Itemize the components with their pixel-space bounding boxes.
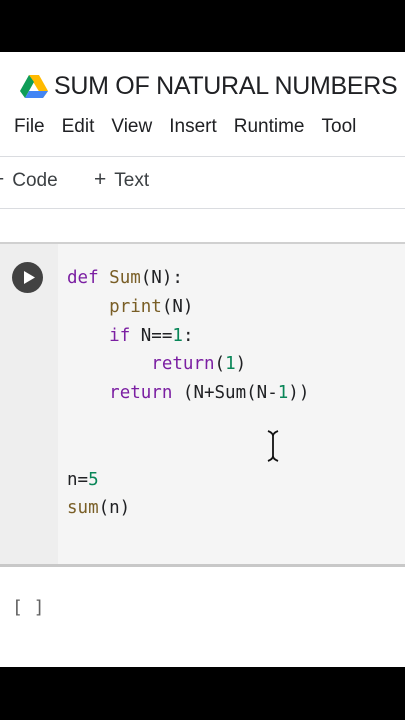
add-text-label: Text — [114, 170, 150, 191]
menu-edit[interactable]: Edit — [62, 116, 95, 138]
notebook-title[interactable]: SUM OF NATURAL NUMBERS — [54, 72, 398, 101]
google-drive-icon[interactable] — [20, 74, 48, 98]
execution-count-prompt[interactable]: [ ] — [12, 597, 45, 618]
menu-insert[interactable]: Insert — [169, 116, 217, 138]
text-cursor-icon — [267, 430, 279, 462]
toolbar-divider — [0, 208, 405, 209]
run-cell-button[interactable] — [12, 262, 43, 293]
menu-runtime[interactable]: Runtime — [234, 116, 305, 138]
menu-file[interactable]: File — [14, 116, 45, 138]
add-code-label: Code — [12, 170, 58, 191]
cell-gutter — [0, 244, 58, 564]
code-cell[interactable]: def Sum(N): print(N) if N==1: return(1) … — [0, 242, 405, 567]
output-area: [ ] — [0, 567, 405, 667]
menu-view[interactable]: View — [111, 116, 152, 138]
play-icon — [24, 271, 35, 284]
add-text-button[interactable]: + Text — [94, 168, 149, 192]
plus-icon: + — [0, 168, 4, 191]
cell-toolbar: + Code + Text — [0, 168, 405, 198]
code-editor[interactable]: def Sum(N): print(N) if N==1: return(1) … — [67, 264, 309, 523]
menu-tools[interactable]: Tool — [322, 116, 357, 138]
title-row: SUM OF NATURAL NUMBERS — [0, 52, 405, 124]
colab-notebook-screen: SUM OF NATURAL NUMBERS File Edit View Inser… — [0, 52, 405, 667]
plus-icon: + — [94, 168, 107, 191]
menu-divider — [0, 156, 405, 157]
menu-bar: File Edit View Insert Runtime Tool — [14, 116, 373, 142]
add-code-button[interactable]: + Code — [0, 168, 58, 192]
